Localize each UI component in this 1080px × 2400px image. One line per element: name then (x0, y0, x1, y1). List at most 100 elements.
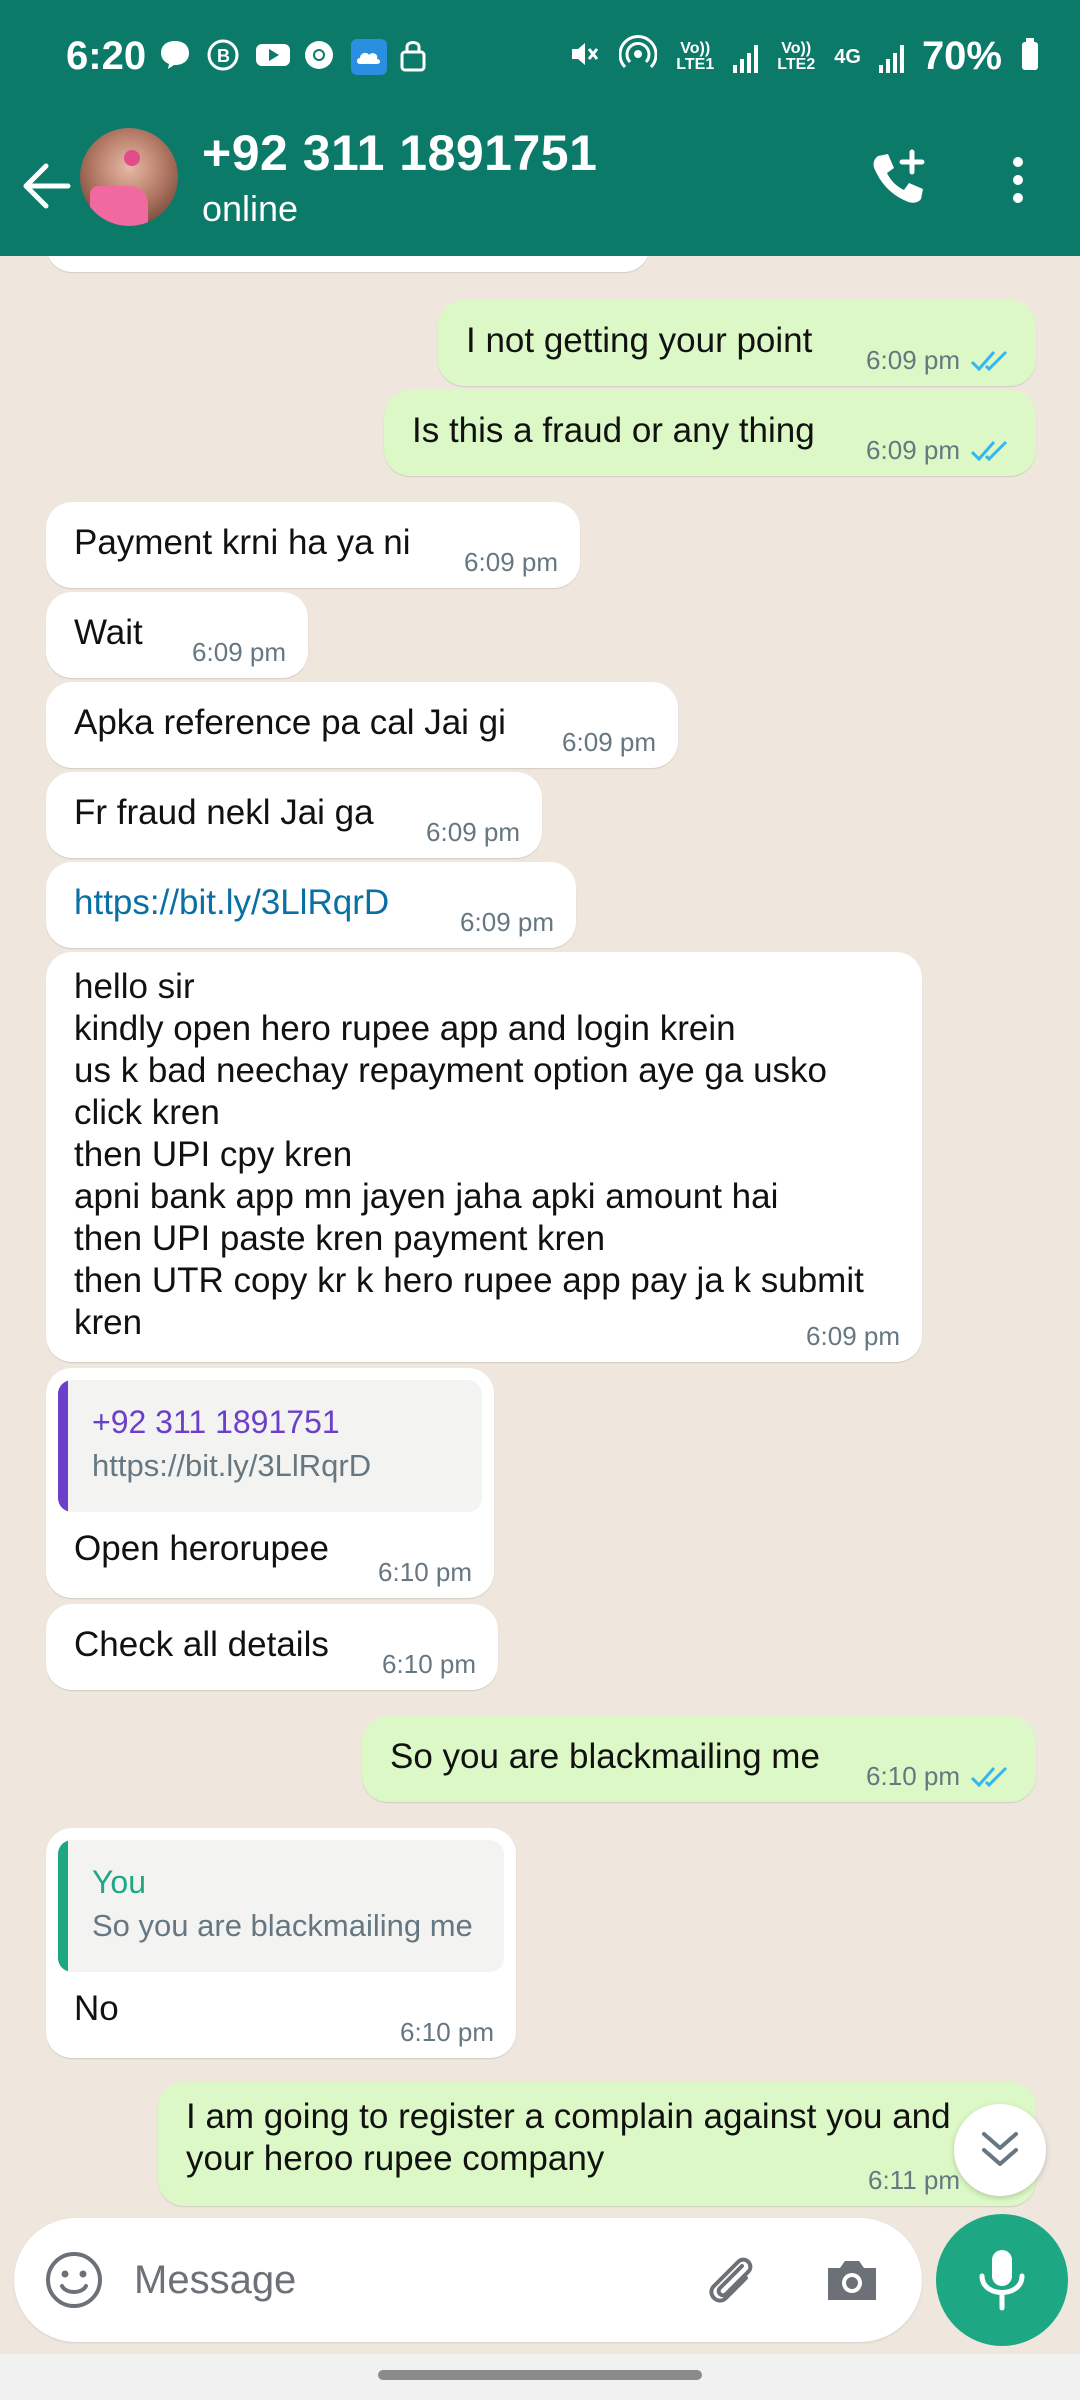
message-text: I am going to register a complain agains… (186, 2097, 951, 2178)
message-time: 6:09 pm (464, 547, 558, 577)
message-time: 6:09 pm (192, 637, 286, 667)
message-text: Check all details (74, 1625, 329, 1664)
message-bubble-in[interactable]: Wait 6:09 pm (46, 592, 308, 678)
youtube-icon (254, 38, 290, 72)
message-meta: 6:09 pm (562, 727, 656, 758)
chat-bubble-icon (158, 38, 192, 72)
status-right-icons: Vo)) LTE1 Vo)) LTE2 4G 70% (567, 34, 1040, 79)
message-time: 6:10 pm (378, 1557, 472, 1587)
message-meta: 6:09 pm (866, 435, 1014, 466)
message-bubble-in[interactable]: Check all details 6:10 pm (46, 1604, 498, 1690)
system-navigation-bar (0, 2354, 1080, 2400)
mute-icon (567, 37, 601, 76)
message-time: 6:09 pm (562, 727, 656, 757)
quoted-message[interactable]: +92 311 1891751 https://bit.ly/3LlRqrD (58, 1380, 482, 1512)
avatar[interactable] (80, 128, 178, 226)
add-call-icon[interactable] (868, 148, 928, 208)
message-text: Open herorupee (74, 1529, 329, 1568)
message-bubble-in[interactable]: Fr fraud nekl Jai ga 6:09 pm (46, 772, 542, 858)
status-time: 6:20 (66, 34, 147, 78)
message-bubble-in[interactable]: +92 311 1891751 https://bit.ly/3LlRqrD O… (46, 1368, 494, 1598)
quote-text: https://bit.ly/3LlRqrD (92, 1448, 372, 1483)
message-text: Apka reference pa cal Jai gi (74, 703, 506, 742)
message-text: Wait (74, 613, 143, 652)
message-text: Payment krni ha ya ni (74, 523, 411, 562)
quote-bar (58, 1380, 68, 1512)
message-composer (14, 2218, 922, 2342)
quote-text: So you are blackmailing me (92, 1908, 473, 1943)
signal-icon (878, 41, 904, 73)
message-time: 6:10 pm (382, 1649, 476, 1679)
message-bubble-out[interactable]: So you are blackmailing me 6:10 pm (362, 1716, 1036, 1802)
message-meta: 6:10 pm (400, 2017, 494, 2048)
message-meta: 6:10 pm (378, 1557, 472, 1588)
message-input[interactable] (134, 2252, 694, 2308)
message-meta: 6:10 pm (866, 1761, 1014, 1792)
home-gesture-pill[interactable] (378, 2370, 702, 2380)
message-meta: 6:10 pm (382, 1649, 476, 1680)
message-bubble-in[interactable]: Payment krni ha ya ni 6:09 pm (46, 502, 580, 588)
sim2-label: Vo)) LTE2 (777, 39, 816, 73)
sim1-label: Vo)) LTE1 (676, 39, 715, 73)
message-bubble-out[interactable]: I am going to register a complain agains… (158, 2082, 1036, 2206)
message-time: 6:11 pm (867, 2165, 960, 2195)
chat-header: +92 311 1891751 online (0, 118, 1080, 256)
mic-button[interactable] (936, 2214, 1068, 2346)
contact-name[interactable]: +92 311 1891751 (202, 124, 597, 182)
message-time: 6:09 pm (460, 907, 554, 937)
signal-icon (733, 41, 759, 73)
cloud-icon (350, 38, 387, 75)
read-ticks-icon (970, 440, 1008, 461)
status-bar: 6:20 B Vo)) LTE1 Vo)) LTE2 4G 70% (0, 0, 1080, 118)
battery-icon (1020, 37, 1040, 76)
attach-icon[interactable] (700, 2248, 764, 2312)
app-top-bar: 6:20 B Vo)) LTE1 Vo)) LTE2 4G 70% +92 31… (0, 0, 1080, 256)
message-bubble-in[interactable]: https://bit.ly/3LlRqrD 6:09 pm (46, 862, 576, 948)
status-left-icons: B (158, 38, 432, 75)
message-text: Fr fraud nekl Jai ga (74, 793, 374, 832)
message-text: So you are blackmailing me (390, 1737, 820, 1776)
message-bubble-out[interactable]: I not getting your point 6:09 pm (438, 300, 1036, 386)
camera-icon[interactable] (820, 2248, 884, 2312)
lock-icon (398, 38, 432, 72)
chat-messages[interactable]: I not getting your point 6:09 pm Is this… (0, 256, 1080, 2212)
message-bubble-in[interactable]: You So you are blackmailing me No 6:10 p… (46, 1828, 516, 2058)
message-time: 6:09 pm (866, 435, 960, 465)
more-menu-icon[interactable] (1000, 150, 1036, 210)
message-text: hello sir kindly open hero rupee app and… (74, 967, 864, 1342)
battery-percent: 70% (921, 34, 1002, 78)
message-meta: 6:09 pm (460, 907, 554, 938)
message-meta: 6:09 pm (426, 817, 520, 848)
back-arrow-icon[interactable] (18, 156, 74, 216)
message-meta: 6:09 pm (464, 547, 558, 578)
message-time: 6:09 pm (426, 817, 520, 847)
mic-icon (979, 2250, 1025, 2311)
quote-bar (58, 1840, 68, 1972)
quote-sender: You (92, 1864, 146, 1900)
message-text: Is this a fraud or any thing (412, 411, 815, 450)
message-time: 6:10 pm (400, 2017, 494, 2047)
message-text: No (74, 1989, 119, 2028)
chevrons-down-icon (982, 2132, 1018, 2166)
avatar-sleeve (90, 186, 148, 226)
message-text: I not getting your point (466, 321, 813, 360)
quoted-message[interactable]: You So you are blackmailing me (58, 1840, 504, 1972)
message-time: 6:09 pm (806, 1321, 900, 1351)
message-meta: 6:09 pm (866, 345, 1014, 376)
avatar-ring (124, 150, 140, 166)
svg-text:B: B (217, 46, 230, 66)
hotspot-icon (618, 35, 658, 78)
message-bubble-out[interactable]: Is this a fraud or any thing 6:09 pm (384, 390, 1036, 476)
message-meta: 6:09 pm (192, 637, 286, 668)
scroll-to-bottom-button[interactable] (954, 2104, 1046, 2196)
contact-status: online (202, 188, 299, 229)
quote-sender: +92 311 1891751 (92, 1404, 340, 1440)
message-link[interactable]: https://bit.ly/3LlRqrD (74, 882, 389, 924)
message-time: 6:10 pm (866, 1761, 960, 1791)
message-bubble-in[interactable]: hello sir kindly open hero rupee app and… (46, 952, 922, 1362)
message-meta: 6:09 pm (806, 1321, 900, 1352)
emoji-icon[interactable] (42, 2248, 106, 2312)
message-bubble-partial[interactable] (46, 256, 650, 272)
message-bubble-in[interactable]: Apka reference pa cal Jai gi 6:09 pm (46, 682, 678, 768)
read-ticks-icon (970, 1766, 1008, 1787)
